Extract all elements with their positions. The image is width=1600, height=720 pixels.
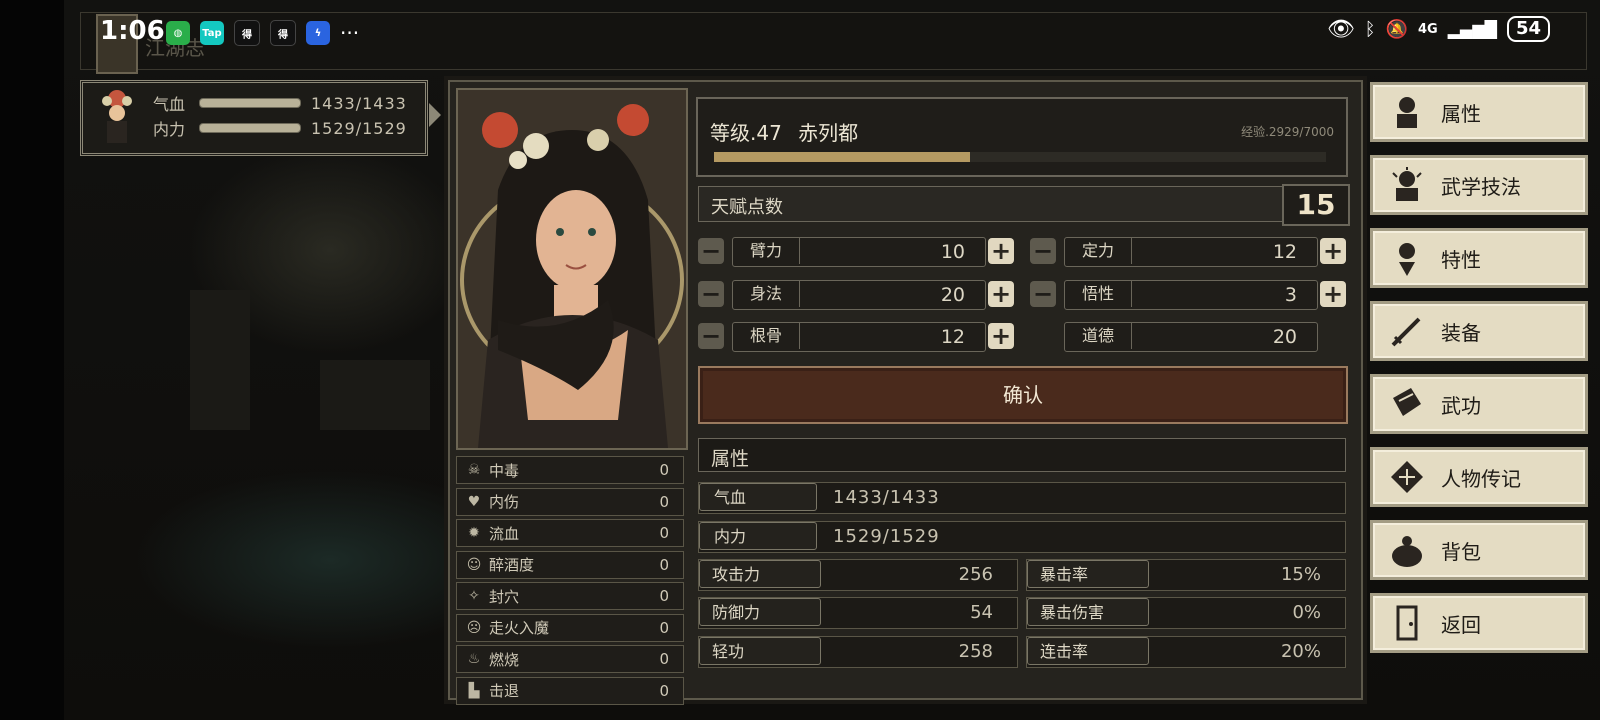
exp-bar (714, 152, 1326, 162)
talent-label: 天赋点数 (711, 197, 783, 218)
menu-bag-button[interactable]: 背包 (1370, 520, 1588, 580)
menu-traits-button[interactable]: 特性 (1370, 228, 1588, 288)
boot-icon: ▙ (468, 682, 480, 699)
status-effect-poison: ☠ 中毒 0 (456, 456, 684, 484)
arm-plus-button[interactable]: + (988, 238, 1014, 264)
attr-crit-rate-row: 暴击率 15% (1026, 559, 1346, 591)
stat-focus: 定力 12 (1064, 237, 1318, 267)
mp-label: 内力 (153, 120, 186, 139)
character-icon (1397, 97, 1417, 128)
talent-points-value: 15 (1282, 184, 1350, 226)
menu-return-button[interactable]: 返回 (1370, 593, 1588, 653)
stat-agility: 身法 20 (732, 280, 986, 310)
insight-minus-button[interactable]: − (1030, 281, 1056, 307)
attr-attack-row: 攻击力 256 (698, 559, 1018, 591)
status-effect-internal-injury: ♥ 内伤 0 (456, 487, 684, 516)
blood-icon: ✹ (468, 525, 480, 541)
signal-icon: 4G (1418, 21, 1438, 37)
character-avatar (102, 90, 132, 143)
skull-icon: ☠ (467, 462, 481, 478)
scroll-icon (1391, 461, 1423, 493)
background-npcs (320, 360, 430, 430)
tap-icon: Tap (200, 21, 224, 45)
mp-bar (199, 123, 301, 133)
hp-bar (199, 98, 301, 108)
status-effect-sealed: ✧ 封穴 0 (456, 582, 684, 610)
agility-minus-button[interactable]: − (698, 281, 724, 307)
attr-combo-row: 连击率 20% (1026, 636, 1346, 668)
fire-icon: ♨ (467, 651, 481, 667)
notification-icons: ◍ Tap 得 得 ϟ ··· (166, 20, 359, 46)
confirm-button[interactable]: 确认 (698, 366, 1348, 424)
focus-plus-button[interactable]: + (1320, 238, 1346, 264)
level-line: 等级.47 赤列都 (710, 117, 858, 146)
stat-morality: 道德 20 (1064, 322, 1318, 352)
drunk-face-icon: ☺ (466, 556, 482, 573)
signal-bars-icon: ▂▄▆█ (1447, 19, 1497, 39)
status-effect-burning: ♨ 燃烧 0 (456, 645, 684, 673)
status-effect-knockback: ▙ 击退 0 (456, 676, 684, 705)
hud-mp-row: 内力 1529/1529 (153, 116, 407, 140)
attr-hp-row: 气血 1433/1433 (698, 482, 1346, 514)
sword-icon (1391, 317, 1421, 347)
attr-defense-row: 防御力 54 (698, 597, 1018, 629)
attr-lightfoot-row: 轻功 258 (698, 636, 1018, 668)
stat-insight: 悟性 3 (1064, 280, 1318, 310)
demon-face-icon: ☹ (466, 619, 482, 636)
level-text: 等级.47 (710, 121, 782, 145)
bone-minus-button[interactable]: − (698, 323, 724, 349)
stat-arm: 臂力 10 (732, 237, 986, 267)
hp-label: 气血 (153, 95, 186, 114)
mp-value: 1529/1529 (311, 118, 407, 138)
more-icon: ··· (340, 21, 360, 45)
feather-icon: ϟ (306, 21, 330, 45)
bone-plus-button[interactable]: + (988, 323, 1014, 349)
level-box: 等级.47 赤列都 经验.2929/7000 (696, 97, 1348, 177)
character-hud[interactable]: 气血 1433/1433 内力 1529/1529 (80, 80, 441, 156)
clock: 1:06 (100, 16, 165, 46)
door-icon (1396, 605, 1418, 641)
battery-indicator: 54 (1506, 16, 1550, 42)
hp-value: 1433/1433 (311, 93, 407, 113)
agility-plus-button[interactable]: + (988, 281, 1014, 307)
character-portrait (456, 88, 688, 450)
insight-plus-button[interactable]: + (1320, 281, 1346, 307)
trait-icon (1399, 243, 1415, 276)
side-menu: 属性 武学技法 特性 装备 武功 人物传记 背包 返回 (1370, 82, 1588, 666)
menu-attributes-button[interactable]: 属性 (1370, 82, 1588, 142)
status-effect-bleeding: ✹ 流血 0 (456, 519, 684, 547)
background-wall (190, 290, 250, 430)
bluetooth-icon: ᛒ (1364, 18, 1376, 40)
talent-points-row: 天赋点数 (698, 186, 1284, 222)
eye-icon: 👁 (1326, 16, 1355, 42)
menu-kungfu-button[interactable]: 武功 (1370, 374, 1588, 434)
status-effect-qi-deviation: ☹ 走火入魔 0 (456, 613, 684, 642)
book-icon (1393, 388, 1421, 416)
arm-minus-button[interactable]: − (698, 238, 724, 264)
attr-crit-damage-row: 暴击伤害 0% (1026, 597, 1346, 629)
martial-skill-icon (1392, 167, 1422, 201)
system-status: 👁 ᛒ 🔕 4G ▂▄▆█ 54 (1327, 16, 1550, 42)
menu-martial-skills-button[interactable]: 武学技法 (1370, 155, 1588, 215)
wechat-icon: ◍ (166, 21, 190, 45)
exp-bar-fill (714, 152, 971, 162)
acupoint-icon: ✧ (468, 588, 480, 604)
character-name: 赤列都 (798, 121, 859, 145)
menu-biography-button[interactable]: 人物传记 (1370, 447, 1588, 507)
app-icon: 得 (270, 20, 296, 46)
hud-hp-row: 气血 1433/1433 (153, 91, 407, 115)
status-effect-drunk: ☺ 醉酒度 0 (456, 550, 684, 579)
stat-bone: 根骨 12 (732, 322, 986, 352)
attr-mp-row: 内力 1529/1529 (698, 521, 1346, 553)
mute-icon: 🔕 (1385, 18, 1408, 40)
attributes-header: 属性 (698, 438, 1346, 472)
focus-minus-button[interactable]: − (1030, 238, 1056, 264)
bag-icon (1392, 536, 1422, 567)
app-icon: 得 (234, 20, 260, 46)
status-effects-list: ☠ 中毒 0 ♥ 内伤 0 ✹ 流血 0 ☺ 醉酒度 0 ✧ 封穴 0 ☹ 走火… (456, 456, 684, 708)
broken-heart-icon: ♥ (467, 493, 481, 510)
exp-text: 经验.2929/7000 (1241, 125, 1334, 139)
menu-equipment-button[interactable]: 装备 (1370, 301, 1588, 361)
letterbox-left (0, 0, 64, 720)
